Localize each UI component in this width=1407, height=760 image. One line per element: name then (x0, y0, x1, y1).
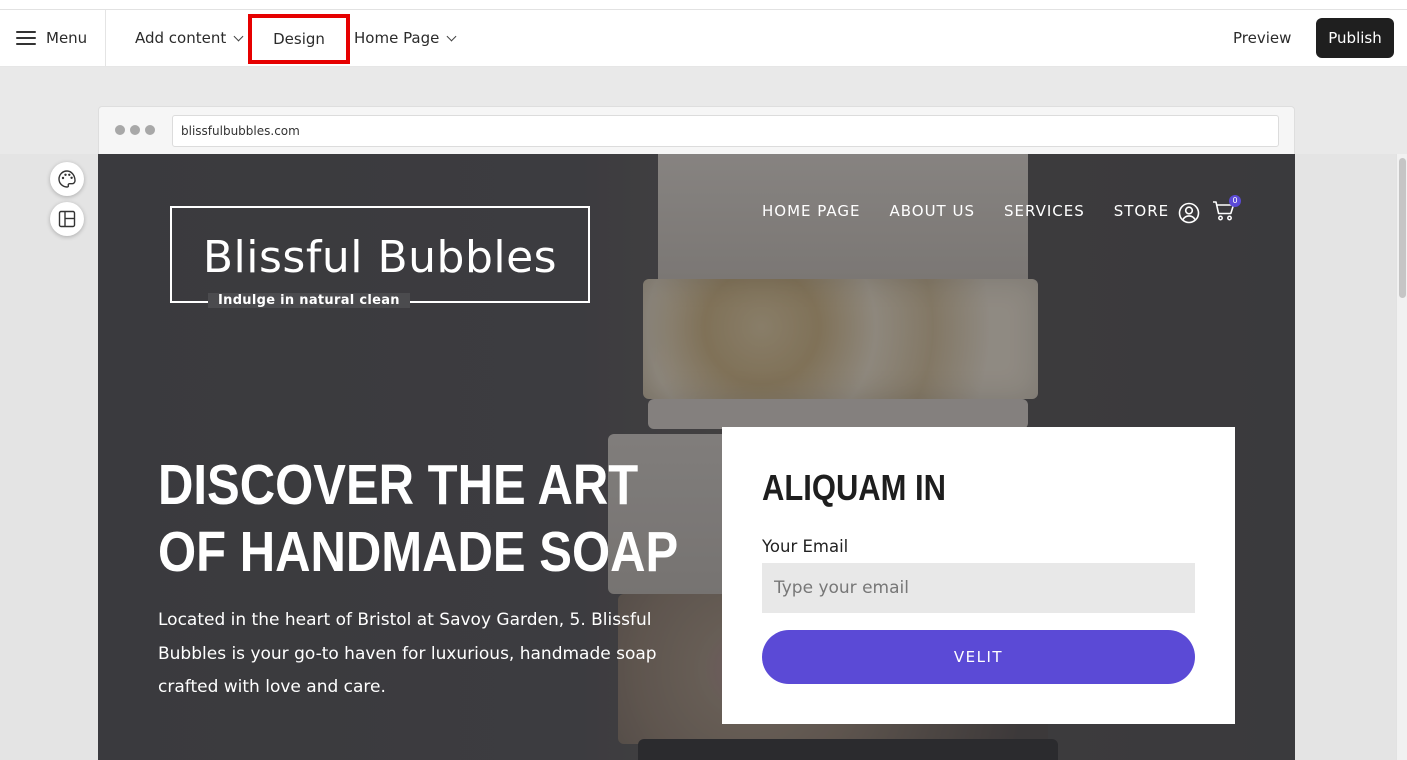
nav-item-services[interactable]: SERVICES (1004, 202, 1085, 220)
chevron-down-icon (233, 31, 244, 41)
preview-button[interactable]: Preview (1233, 10, 1291, 66)
toolbar-divider (105, 10, 106, 66)
user-icon[interactable] (1178, 202, 1200, 224)
chevron-down-icon (446, 31, 457, 41)
canvas-scrollbar[interactable] (1396, 154, 1407, 760)
email-label: Your Email (762, 537, 849, 556)
url-field: blissfulbubbles.com (172, 115, 1279, 147)
site-hero: Blissful Bubbles Indulge in natural clea… (98, 154, 1295, 760)
top-strip (0, 0, 1407, 10)
cart-count-badge: 0 (1229, 195, 1241, 207)
signup-form-card: ALIQUAM IN Your Email VELIT (722, 427, 1235, 724)
layout-button[interactable] (50, 202, 84, 236)
nav-item-home[interactable]: HOME PAGE (762, 202, 860, 220)
menu-button[interactable]: Menu (16, 10, 87, 66)
page-selector-dropdown[interactable]: Home Page (354, 10, 457, 66)
cart-button[interactable]: 0 (1212, 195, 1241, 226)
theme-colors-button[interactable] (50, 162, 84, 196)
hero-headline-line2: OF HANDMADE SOAP (158, 520, 679, 584)
site-nav: HOME PAGE ABOUT US SERVICES STORE (762, 202, 1198, 220)
hamburger-icon (16, 31, 36, 45)
publish-button[interactable]: Publish (1316, 18, 1394, 58)
submit-button[interactable]: VELIT (762, 630, 1195, 684)
hero-subcopy: Located in the heart of Bristol at Savoy… (158, 610, 657, 697)
logo-title: Blissful Bubbles (202, 232, 558, 283)
hero-headline-line1: DISCOVER THE ART (158, 453, 639, 517)
editor-toolbar: Menu Add content Design Home Page Previe… (0, 10, 1407, 67)
page-selector-label: Home Page (354, 29, 440, 47)
email-field[interactable] (762, 563, 1195, 613)
palette-icon (58, 170, 76, 188)
form-title: ALIQUAM IN (762, 467, 947, 508)
preview-label: Preview (1233, 29, 1292, 47)
add-content-dropdown[interactable]: Add content (135, 10, 244, 66)
nav-item-store[interactable]: STORE (1114, 202, 1169, 220)
browser-frame-bar: blissfulbubbles.com (98, 106, 1295, 154)
layout-icon (58, 210, 76, 228)
nav-icons: 0 (1178, 195, 1241, 226)
add-content-label: Add content (135, 29, 227, 47)
menu-label: Menu (46, 29, 88, 47)
design-label: Design (273, 30, 325, 48)
nav-item-about[interactable]: ABOUT US (889, 202, 975, 220)
scrollbar-thumb[interactable] (1399, 158, 1406, 298)
site-logo[interactable]: Blissful Bubbles Indulge in natural clea… (170, 206, 590, 308)
logo-tagline: Indulge in natural clean (208, 293, 410, 308)
window-dots (115, 125, 155, 135)
design-button[interactable]: Design (248, 14, 350, 64)
hero-headline: DISCOVER THE ART OF HANDMADE SOAP (158, 452, 700, 586)
